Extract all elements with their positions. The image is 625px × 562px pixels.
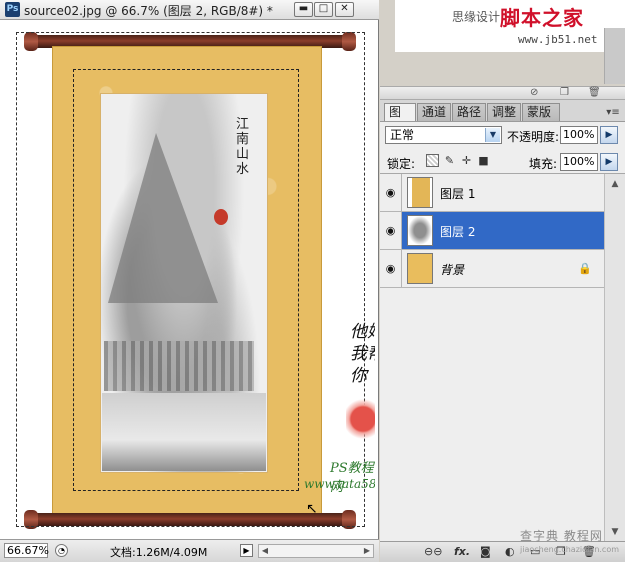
tab-paths[interactable]: 路径 <box>452 103 486 121</box>
layers-panel-body: 正常 ▼ 不透明度: 100% ▶ 锁定: ✎ ✛ ■ 填充: 100% ▶ ◉… <box>380 121 625 542</box>
eye-icon[interactable]: ◉ <box>380 250 402 287</box>
adjustment-icon[interactable]: ◐ <box>505 544 515 559</box>
move-cursor-icon: ↖ <box>306 501 318 517</box>
tab-channels[interactable]: 通道 <box>417 103 451 121</box>
image-canvas[interactable]: 江南山水 他她我帮你 PS教程网 www.tata580.com ↖ <box>4 21 375 539</box>
lock-label: 锁定: <box>387 157 416 171</box>
lock-pixels-icon[interactable]: ✎ <box>443 154 456 167</box>
lock-position-icon[interactable]: ✛ <box>460 154 473 167</box>
chevron-down-icon[interactable]: ▼ <box>485 128 500 142</box>
maximize-button[interactable]: □ <box>314 2 333 17</box>
scroll-down-icon[interactable]: ▼ <box>607 524 623 540</box>
fill-label: 填充: <box>529 157 558 171</box>
fill-slider-button[interactable]: ▶ <box>600 153 618 171</box>
document-window: Ps source02.jpg @ 66.7% (图层 2, RGB/8#) *… <box>0 0 379 562</box>
scroll-left-icon[interactable]: ◀ <box>259 545 271 557</box>
selection-marquee-outer <box>16 32 365 527</box>
link-icon[interactable]: ⊖⊖ <box>424 544 442 559</box>
eye-icon[interactable]: ◉ <box>380 174 402 211</box>
scroll-up-icon[interactable]: ▲ <box>607 176 623 192</box>
vertical-scrollbar[interactable]: ▲ ▼ <box>604 174 625 542</box>
blend-mode-value: 正常 <box>390 128 415 142</box>
opacity-input[interactable]: 100% <box>560 126 598 144</box>
mask-icon[interactable]: ◙ <box>480 544 491 559</box>
tutorial-url: www.tata580.com <box>304 477 375 491</box>
minimize-button[interactable]: ▬ <box>294 2 313 17</box>
signature-calligraphy: 他她我帮你 <box>350 322 375 386</box>
layer-row-background[interactable]: ◉ 背景 🔒 <box>380 250 604 288</box>
red-stamp-icon <box>346 399 375 439</box>
horizontal-scrollbar[interactable]: ◀ ▶ <box>258 544 374 558</box>
close-button[interactable]: ✕ <box>335 2 354 17</box>
layer-row-2[interactable]: ◉ 图层 2 <box>380 212 604 250</box>
layer-thumbnail <box>407 215 433 246</box>
document-size: 文档:1.26M/4.09M <box>110 546 208 559</box>
layer-name: 背景 <box>440 263 465 277</box>
document-status-bar: 66.67% ◔ 文档:1.26M/4.09M ▶ ◀ ▶ <box>0 539 379 562</box>
no-icon[interactable]: ⊘ <box>530 87 538 99</box>
panel-toolbar: ⊘ ❐ 🗑 <box>380 86 625 100</box>
tab-adjustments[interactable]: 调整 <box>487 103 521 121</box>
layers-panel: 图层 通道 路径 调整 蒙版 ▾≡ 正常 ▼ 不透明度: 100% ▶ 锁定: … <box>380 100 625 562</box>
watermark-logo-text: 脚本之家 <box>500 6 584 30</box>
trash-icon[interactable]: 🗑 <box>588 87 601 99</box>
lock-transparency-icon[interactable] <box>426 154 439 167</box>
layer-name: 图层 2 <box>440 225 476 239</box>
collapsed-panel-strip[interactable] <box>604 28 625 84</box>
lock-all-icon[interactable]: ■ <box>477 154 490 167</box>
layer-thumbnail <box>407 177 433 208</box>
tab-layers[interactable]: 图层 <box>384 103 416 136</box>
layer-name: 图层 1 <box>440 187 476 201</box>
new-item-icon[interactable]: ❐ <box>560 87 569 99</box>
status-info-icon[interactable]: ◔ <box>55 544 68 557</box>
watermark-site-name: 思缘设计 <box>452 10 501 24</box>
tab-masks[interactable]: 蒙版 <box>522 103 560 121</box>
zoom-level-field[interactable]: 66.67% <box>4 543 49 558</box>
scroll-right-icon[interactable]: ▶ <box>361 545 373 557</box>
panel-tabs: 图层 通道 路径 调整 蒙版 ▾≡ <box>380 103 625 136</box>
watermark-bottom-url: jiaocheng.chazidian.com <box>520 545 620 554</box>
eye-icon[interactable]: ◉ <box>380 212 402 249</box>
status-menu-arrow-icon[interactable]: ▶ <box>240 544 253 557</box>
fx-icon[interactable]: fx. <box>454 544 470 559</box>
photoshop-app-icon: Ps <box>5 2 20 17</box>
fill-input[interactable]: 100% <box>560 153 598 171</box>
document-title: source02.jpg @ 66.7% (图层 2, RGB/8#) * <box>24 4 273 18</box>
opacity-slider-button[interactable]: ▶ <box>600 126 618 144</box>
blend-mode-select[interactable]: 正常 ▼ <box>385 126 502 144</box>
watermark-bottom-text: 查字典 教程网 <box>520 529 603 543</box>
document-titlebar[interactable]: Ps source02.jpg @ 66.7% (图层 2, RGB/8#) *… <box>0 0 379 20</box>
layer-row-1[interactable]: ◉ 图层 1 <box>380 174 604 212</box>
layer-thumbnail <box>407 253 433 284</box>
opacity-label: 不透明度: <box>507 130 560 144</box>
watermark-url: www.jb51.net <box>518 33 598 46</box>
panel-menu-icon[interactable]: ▾≡ <box>605 106 621 120</box>
lock-icon: 🔒 <box>578 262 592 275</box>
